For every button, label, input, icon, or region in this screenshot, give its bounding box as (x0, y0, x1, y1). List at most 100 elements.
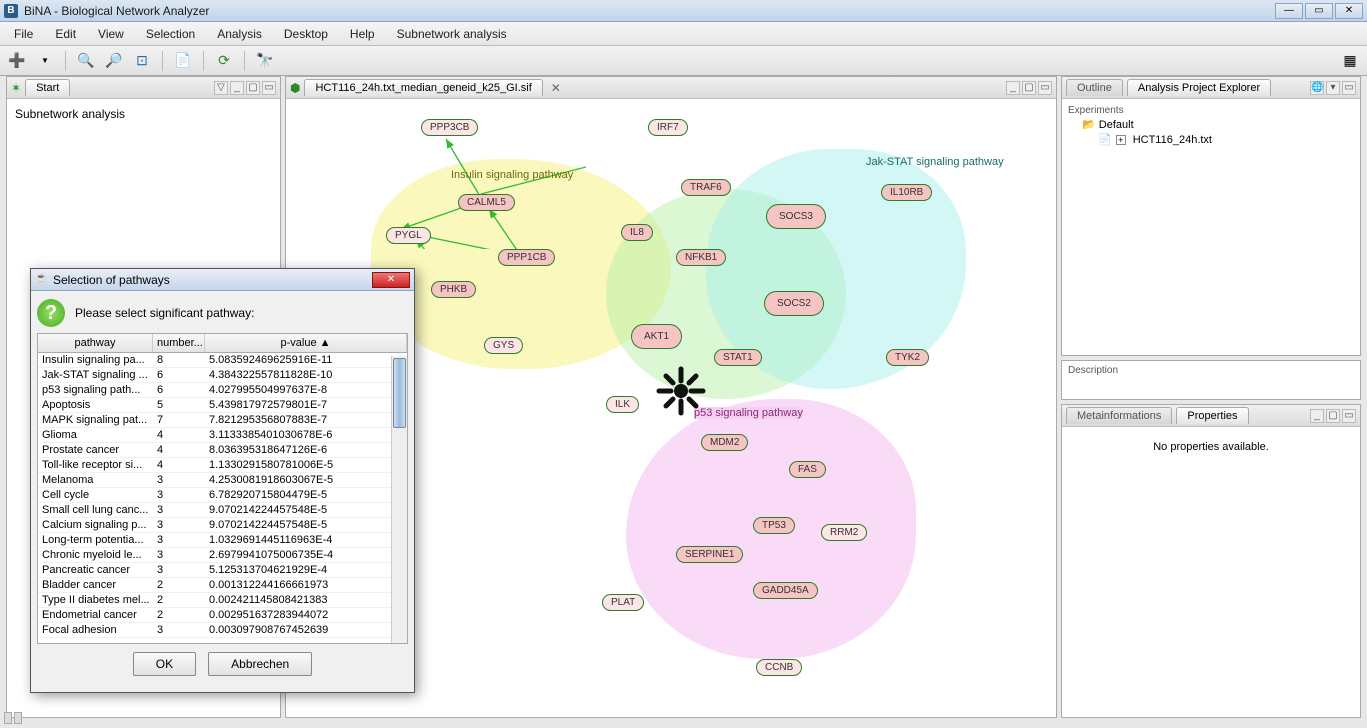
node-IRF7[interactable]: IRF7 (648, 119, 688, 136)
maximize-panel-icon[interactable]: ▢ (246, 81, 260, 95)
table-row[interactable]: Cell cycle36.782920715804479E-5 (38, 488, 407, 503)
table-scrollbar[interactable] (391, 356, 407, 643)
table-row[interactable]: Chronic myeloid le...32.697994107500673​… (38, 548, 407, 563)
node-SERPINE1[interactable]: SERPINE1 (676, 546, 743, 563)
node-GADD45A[interactable]: GADD45A (753, 582, 818, 599)
table-row[interactable]: Jak-STAT signaling ...64.384322557811828… (38, 368, 407, 383)
table-row[interactable]: Type II diabetes mel...20.00242114580842… (38, 593, 407, 608)
tab-properties[interactable]: Properties (1176, 407, 1248, 424)
node-GYS[interactable]: GYS (484, 337, 523, 354)
menu-help[interactable]: Help (340, 24, 385, 44)
window-minimize-button[interactable]: — (1275, 3, 1303, 19)
dialog-close-button[interactable]: ✕ (372, 272, 410, 288)
cancel-button[interactable]: Abbrechen (208, 652, 312, 676)
table-row[interactable]: MAPK signaling pat...77.821295356807883E… (38, 413, 407, 428)
table-row[interactable]: Pancreatic cancer35.125313704621929E-4 (38, 563, 407, 578)
table-row[interactable]: Small cell lung canc...39.07021422445754… (38, 503, 407, 518)
zoom-fit-icon[interactable]: ⊡ (131, 50, 153, 72)
close-panel-icon[interactable]: ▭ (262, 81, 276, 95)
table-row[interactable]: Focal adhesion30.003097908767452​639 (38, 623, 407, 638)
node-MDM2[interactable]: MDM2 (701, 434, 748, 451)
maximize-panel-icon[interactable]: ▢ (1022, 81, 1036, 95)
ok-button[interactable]: OK (133, 652, 196, 676)
maximize-panel-icon[interactable]: ▢ (1326, 409, 1340, 423)
node-PPP1CB[interactable]: PPP1CB (498, 249, 555, 266)
window-close-button[interactable]: ✕ (1335, 3, 1363, 19)
node-RRM2[interactable]: RRM2 (821, 524, 867, 541)
node-TYK2[interactable]: TYK2 (886, 349, 929, 366)
table-row[interactable]: Prostate cancer48.036395318647126E-6 (38, 443, 407, 458)
new-dropdown[interactable]: ▼ (34, 50, 56, 72)
table-row[interactable]: Calcium signaling p...39.070214224457548… (38, 518, 407, 533)
close-panel-icon[interactable]: ▭ (1038, 81, 1052, 95)
tab-network-file[interactable]: HCT116_24h.txt_median_geneid_k25_GI.sif (304, 79, 542, 96)
close-panel-icon[interactable]: ▭ (1342, 81, 1356, 95)
close-panel-icon[interactable]: ▭ (1342, 409, 1356, 423)
tab-metainformations[interactable]: Metainformations (1066, 407, 1172, 424)
minimize-panel-icon[interactable]: _ (1310, 409, 1324, 423)
node-AKT1[interactable]: AKT1 (631, 324, 682, 349)
menu-desktop[interactable]: Desktop (274, 24, 338, 44)
node-CCNB[interactable]: CCNB (756, 659, 802, 676)
minimize-panel-icon[interactable]: _ (1006, 81, 1020, 95)
pathway-selection-dialog: ☕ Selection of pathways ✕ ? Please selec… (30, 268, 415, 693)
zoom-in-icon[interactable]: 🔍 (75, 50, 97, 72)
dialog-prompt: Please select significant pathway: (75, 306, 254, 320)
col-number[interactable]: number... (153, 334, 205, 352)
layout-toggle-icon[interactable]: ▦ (1339, 50, 1361, 72)
node-IL10RB[interactable]: IL10RB (881, 184, 932, 201)
binoculars-icon[interactable]: 🔭 (254, 50, 276, 72)
zoom-out-icon[interactable]: 🔎 (103, 50, 125, 72)
node-PHKB[interactable]: PHKB (431, 281, 476, 298)
table-row[interactable]: p53 signaling path...64.027995504997637E… (38, 383, 407, 398)
table-row[interactable]: Bladder cancer20.001312244166661​973 (38, 578, 407, 593)
table-row[interactable]: Long-term potentia...31.032969144511696​… (38, 533, 407, 548)
tab-analysis-project-explorer[interactable]: Analysis Project Explorer (1127, 79, 1271, 96)
menu-view[interactable]: View (88, 24, 134, 44)
window-maximize-button[interactable]: ▭ (1305, 3, 1333, 19)
col-pathway[interactable]: pathway (38, 334, 153, 352)
minimize-panel-icon[interactable]: _ (230, 81, 244, 95)
refresh-icon[interactable]: ⟳ (213, 50, 235, 72)
new-button[interactable]: ➕ (6, 50, 28, 72)
node-PYGL[interactable]: PYGL (386, 227, 431, 244)
document-icon[interactable]: 📄 (172, 50, 194, 72)
dropdown-icon[interactable]: ▾ (1326, 81, 1340, 95)
node-FAS[interactable]: FAS (789, 461, 826, 478)
description-panel: Description (1061, 360, 1361, 400)
node-PPP3CB[interactable]: PPP3CB (421, 119, 478, 136)
scrollbar-thumb[interactable] (393, 358, 406, 428)
menu-file[interactable]: File (4, 24, 43, 44)
tab-close-icon[interactable]: ✕ (551, 81, 561, 95)
menu-analysis[interactable]: Analysis (207, 24, 272, 44)
table-row[interactable]: Endometrial cancer20.002951637283944​072 (38, 608, 407, 623)
label-jakstat-pathway: Jak-STAT signaling pathway (866, 156, 1004, 168)
node-TRAF6[interactable]: TRAF6 (681, 179, 731, 196)
node-STAT1[interactable]: STAT1 (714, 349, 762, 366)
node-TP53[interactable]: TP53 (753, 517, 795, 534)
tree-file-hct116[interactable]: +HCT116_24h.txt (1068, 133, 1354, 146)
col-pvalue[interactable]: p-value ▲ (205, 334, 407, 352)
node-PLAT[interactable]: PLAT (602, 594, 644, 611)
node-SOCS2[interactable]: SOCS2 (764, 291, 824, 316)
table-row[interactable]: Insulin signaling pa...85.08359246962591… (38, 353, 407, 368)
menu-edit[interactable]: Edit (45, 24, 86, 44)
node-SOCS3[interactable]: SOCS3 (766, 204, 826, 229)
tab-outline[interactable]: Outline (1066, 79, 1123, 96)
node-IL8[interactable]: IL8 (621, 224, 653, 241)
node-ILK[interactable]: ILK (606, 396, 639, 413)
table-row[interactable]: Toll-like receptor si...41.1330291580781… (38, 458, 407, 473)
tab-start[interactable]: Start (25, 79, 70, 96)
menu-subnetwork-analysis[interactable]: Subnetwork analysis (387, 24, 517, 44)
table-row[interactable]: Glioma43.113338540103067​8E-6 (38, 428, 407, 443)
node-NFKB1[interactable]: NFKB1 (676, 249, 726, 266)
expand-icon[interactable]: + (1116, 135, 1126, 145)
properties-empty-text: No properties available. (1153, 441, 1269, 453)
globe-icon[interactable]: 🌐 (1310, 81, 1324, 95)
tree-folder-default[interactable]: Default (1068, 116, 1354, 133)
table-row[interactable]: Melanoma34.253008191860306​7E-5 (38, 473, 407, 488)
table-row[interactable]: Apoptosis55.43981797257980​1E-7 (38, 398, 407, 413)
node-CALML5[interactable]: CALML5 (458, 194, 515, 211)
menu-selection[interactable]: Selection (136, 24, 205, 44)
filter-icon[interactable]: ▽ (214, 81, 228, 95)
